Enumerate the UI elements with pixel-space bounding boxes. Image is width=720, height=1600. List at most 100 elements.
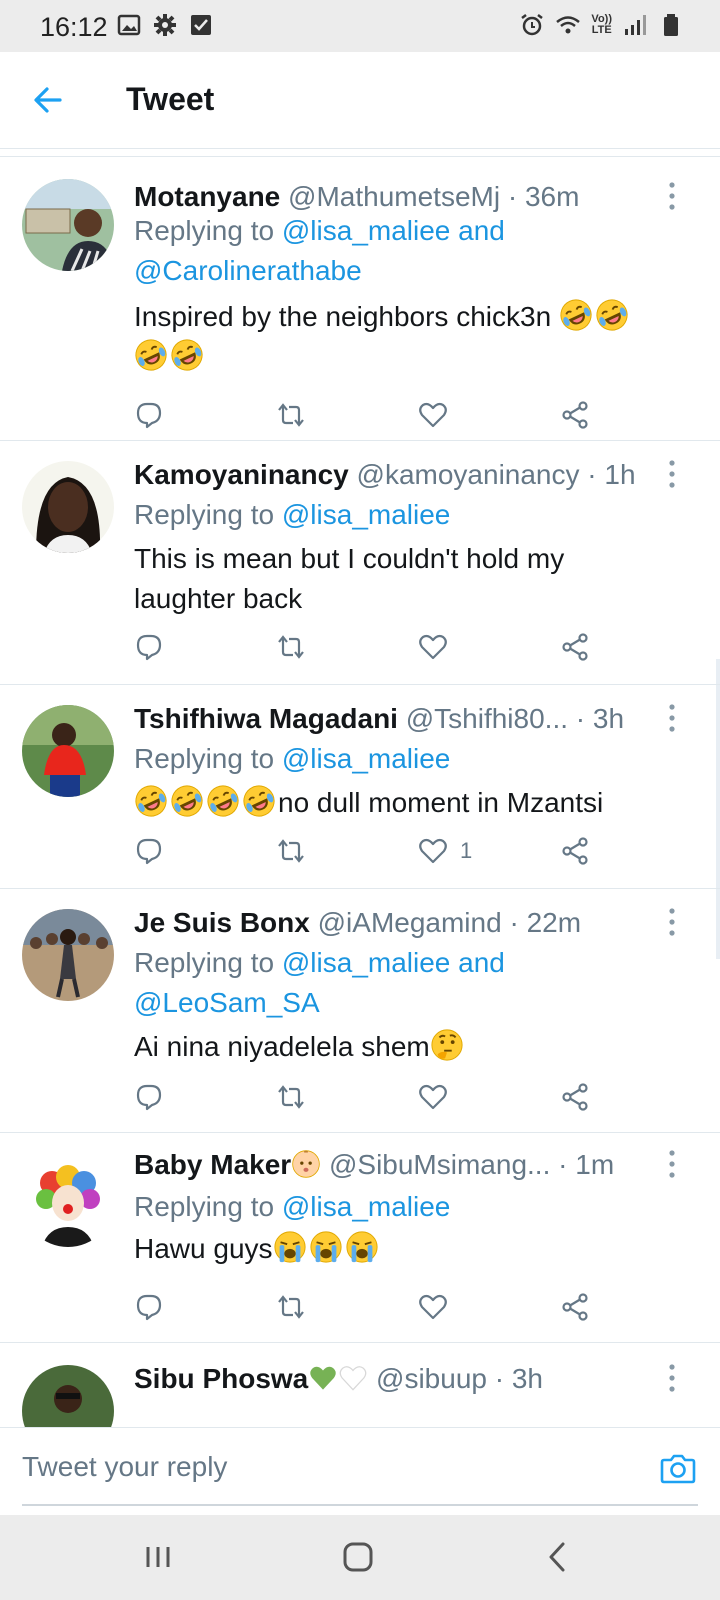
reply-bar: [0, 1427, 720, 1515]
user-name[interactable]: Baby Maker: [134, 1149, 291, 1180]
user-handle[interactable]: @kamoyaninancy: [357, 459, 580, 490]
replying-to: Replying to @lisa_maliee: [134, 739, 680, 779]
tweet-header: Sibu Phoswa @sibuup · 3h: [134, 1361, 660, 1397]
like-button[interactable]: [418, 1077, 460, 1117]
checkbox-icon: [191, 15, 211, 35]
heart-icon: [418, 632, 448, 662]
tweet-card[interactable]: Sibu Phoswa @sibuup · 3h: [0, 1343, 720, 1427]
mention-link[interactable]: @Carolinerathabe: [134, 255, 362, 286]
mention-link[interactable]: @lisa_maliee: [282, 743, 451, 774]
heart-icon: [418, 1292, 448, 1322]
tweet-card[interactable]: Kamoyaninancy @kamoyaninancy · 1h Replyi…: [0, 441, 720, 685]
like-button[interactable]: [418, 627, 460, 667]
tweet-header: Motanyane @MathumetseMj · 36m: [134, 179, 660, 215]
more-icon[interactable]: [662, 457, 682, 491]
tweet-header: Je Suis Bonx @iAMegamind · 22m: [134, 905, 660, 941]
more-icon[interactable]: [662, 1147, 682, 1181]
home-icon[interactable]: [336, 1535, 380, 1579]
retweet-button[interactable]: [276, 831, 306, 871]
tweet-header: Tshifhiwa Magadani @Tshifhi80... · 3h: [134, 701, 660, 737]
mention-link[interactable]: @LeoSam_SA: [134, 987, 320, 1018]
mention-link[interactable]: @lisa_maliee: [282, 499, 451, 530]
more-icon[interactable]: [662, 179, 682, 213]
more-icon[interactable]: [662, 905, 682, 939]
avatar[interactable]: [22, 909, 114, 1001]
tweet-card[interactable]: Baby Maker @SibuMsimang... · 1m Replying…: [0, 1133, 720, 1343]
mention-link[interactable]: @lisa_maliee and: [282, 947, 505, 978]
rofl-emoji-icon: [595, 298, 629, 332]
tweet-text: Inspired by the neighbors chick3n: [134, 297, 680, 377]
user-name[interactable]: Je Suis Bonx: [134, 907, 310, 938]
rofl-emoji-icon: [242, 784, 276, 818]
retweet-button[interactable]: [276, 395, 306, 435]
retweet-icon: [276, 836, 306, 866]
share-button[interactable]: [560, 627, 590, 667]
tweet-text: This is mean but I couldn't hold my laug…: [134, 539, 680, 619]
reply-button[interactable]: [134, 1287, 164, 1327]
mention-link[interactable]: @lisa_maliee and: [282, 215, 505, 246]
share-button[interactable]: [560, 831, 590, 871]
tweet-time: · 1m: [558, 1149, 615, 1180]
arrow-left-icon[interactable]: [30, 82, 66, 118]
status-right-icons: Vo)) LTE: [519, 12, 684, 38]
tweet-text: no dull moment in Mzantsi: [134, 783, 680, 823]
mention-link[interactable]: @lisa_maliee: [282, 1191, 451, 1222]
avatar[interactable]: [22, 1155, 114, 1247]
avatar[interactable]: [22, 705, 114, 797]
like-button[interactable]: [418, 395, 460, 435]
replying-prefix: Replying to: [134, 1191, 282, 1222]
alarm-icon: [521, 14, 544, 36]
sob-emoji-icon: [273, 1230, 307, 1264]
user-handle[interactable]: @Tshifhi80...: [406, 703, 568, 734]
like-button[interactable]: 1: [418, 831, 472, 871]
share-button[interactable]: [560, 1287, 590, 1327]
avatar[interactable]: [22, 1365, 114, 1427]
tweet-card[interactable]: Je Suis Bonx @iAMegamind · 22m Replying …: [0, 889, 720, 1133]
retweet-button[interactable]: [276, 627, 306, 667]
retweet-button[interactable]: [276, 1287, 306, 1327]
reply-button[interactable]: [134, 831, 164, 871]
reply-input[interactable]: [22, 1442, 642, 1492]
tweet-card[interactable]: Motanyane @MathumetseMj · 36m Replying t…: [0, 157, 720, 441]
user-name[interactable]: Tshifhiwa Magadani: [134, 703, 398, 734]
share-button[interactable]: [560, 1077, 590, 1117]
user-name[interactable]: Kamoyaninancy: [134, 459, 349, 490]
user-handle[interactable]: @MathumetseMj: [288, 181, 500, 212]
more-icon[interactable]: [662, 701, 682, 735]
user-handle[interactable]: @SibuMsimang...: [329, 1149, 550, 1180]
recent-apps-icon[interactable]: [136, 1535, 180, 1579]
heart-icon: [418, 400, 448, 430]
tweet-actions: [134, 395, 614, 435]
share-icon: [560, 1292, 590, 1322]
retweet-icon: [276, 632, 306, 662]
user-name[interactable]: Motanyane: [134, 181, 280, 212]
user-name[interactable]: Sibu Phoswa: [134, 1363, 308, 1394]
user-handle[interactable]: @iAMegamind: [318, 907, 502, 938]
reply-icon: [134, 1292, 164, 1322]
rofl-emoji-icon: [170, 338, 204, 372]
avatar[interactable]: [22, 179, 114, 271]
camera-icon[interactable]: [658, 1448, 698, 1488]
reply-button[interactable]: [134, 1077, 164, 1117]
like-button[interactable]: [418, 1287, 460, 1327]
replying-to: Replying to @lisa_maliee and @LeoSam_SA: [134, 943, 680, 1023]
reply-icon: [134, 836, 164, 866]
more-icon[interactable]: [662, 1361, 682, 1395]
app-header: Tweet: [0, 52, 720, 149]
back-nav-icon[interactable]: [536, 1535, 580, 1579]
like-count: 1: [460, 838, 473, 863]
tweet-time: · 1h: [587, 459, 636, 490]
share-button[interactable]: [560, 395, 590, 435]
replies-feed[interactable]: Motanyane @MathumetseMj · 36m Replying t…: [0, 149, 720, 1427]
avatar[interactable]: [22, 461, 114, 553]
tweet-card[interactable]: Tshifhiwa Magadani @Tshifhi80... · 3h Re…: [0, 685, 720, 889]
tweet-text-content: no dull moment in Mzantsi: [278, 787, 604, 818]
tweet-text-line: laughter back: [134, 583, 303, 614]
reply-button[interactable]: [134, 395, 164, 435]
reply-button[interactable]: [134, 627, 164, 667]
user-handle[interactable]: @sibuup: [376, 1363, 487, 1394]
retweet-button[interactable]: [276, 1077, 306, 1117]
gear-icon: [154, 14, 176, 36]
share-icon: [560, 632, 590, 662]
replying-prefix: Replying to: [134, 947, 282, 978]
